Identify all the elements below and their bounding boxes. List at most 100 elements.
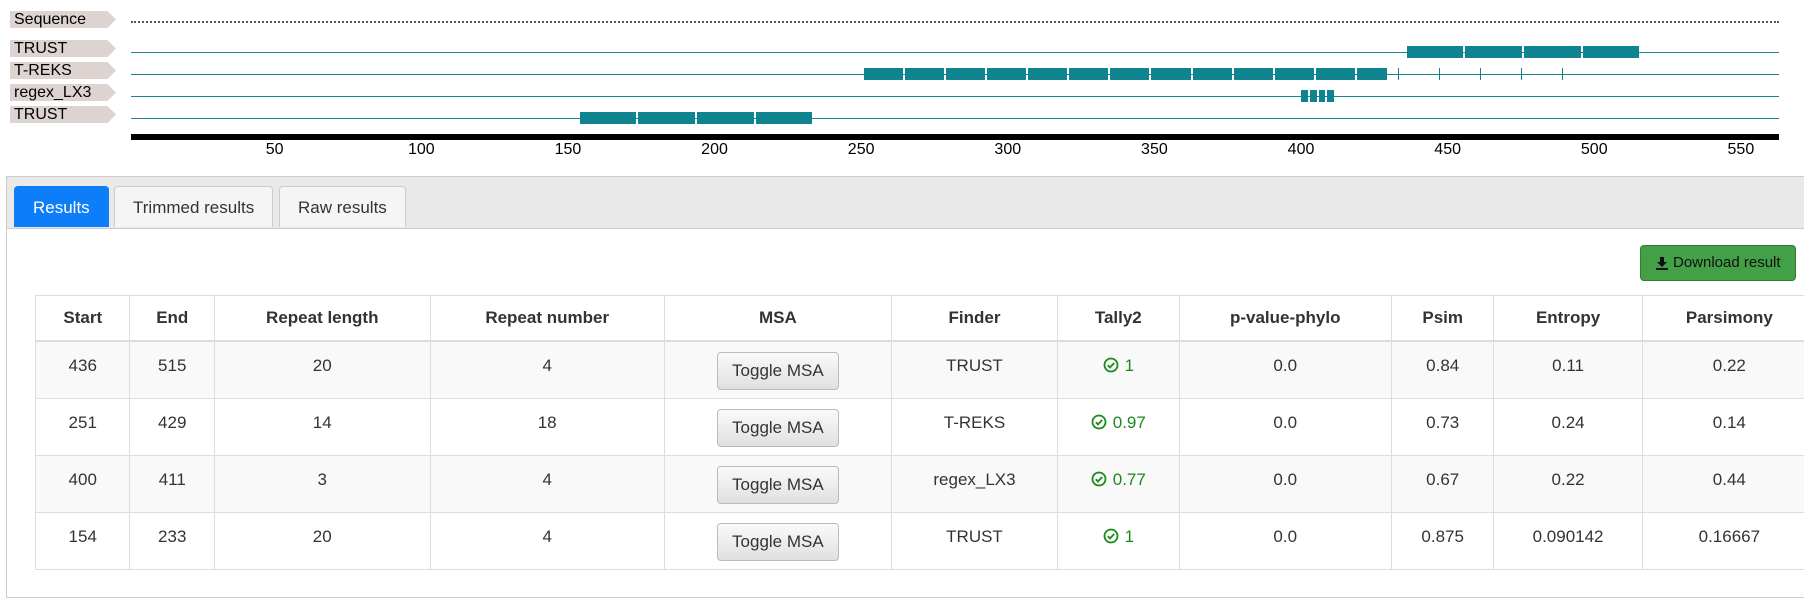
repeat-unit-block[interactable] [864,68,903,80]
cell-end: 515 [130,341,215,398]
repeat-unit-block[interactable] [1234,68,1273,80]
toggle-msa-button[interactable]: Toggle MSA [717,409,839,447]
cell-parsimony: 0.16667 [1642,512,1804,569]
cell-repeat-length: 3 [215,455,431,512]
tab-trimmed-results[interactable]: Trimmed results [114,186,273,227]
repeat-unit-block[interactable] [1028,68,1067,80]
toggle-msa-button[interactable]: Toggle MSA [717,523,839,561]
repeat-unit-block[interactable] [1193,68,1232,80]
download-result-button[interactable]: Download result [1640,245,1796,281]
repeat-unit-block[interactable] [1407,46,1464,58]
track-label-trust-1: TRUST [10,40,116,57]
repeat-unit-block[interactable] [987,68,1026,80]
column-header-repeat-number: Repeat number [430,296,664,342]
axis-tick-label: 100 [408,141,435,159]
column-header-start: Start [36,296,130,342]
cell-repeat-number: 18 [430,398,664,455]
cell-start: 400 [36,455,130,512]
tally2-value: 0.77 [1091,470,1146,489]
cell-repeat-length: 20 [215,341,431,398]
axis-tick-label: 450 [1434,141,1461,159]
cell-end: 233 [130,512,215,569]
repeat-unit-block[interactable] [697,112,754,124]
table-row: 436515204Toggle MSATRUST10.00.840.110.22 [36,341,1804,398]
repeat-unit-block[interactable] [1398,68,1399,80]
repeat-unit-block[interactable] [1327,90,1334,102]
axis-tick-label: 150 [555,141,582,159]
tally2-cell: 1 [1058,512,1179,569]
axis-tick-label: 200 [701,141,728,159]
repeat-unit-block[interactable] [580,112,637,124]
repeat-unit-block[interactable] [756,112,813,124]
feature-viewer: Sequence TRUST T-REKS regex_LX3 TRUST 50… [0,0,1804,180]
cell-finder: TRUST [891,512,1057,569]
results-table: Start End Repeat length Repeat number MS… [35,295,1804,570]
track-line-trust-2 [131,118,1779,119]
toggle-msa-button[interactable]: Toggle MSA [717,352,839,390]
track-label-regex: regex_LX3 [10,84,116,101]
column-header-finder: Finder [891,296,1057,342]
column-header-pvalue-phylo: p-value-phylo [1179,296,1391,342]
cell-pvalue: 0.0 [1179,398,1391,455]
tally2-value: 1 [1103,356,1134,375]
repeat-unit-block[interactable] [1069,68,1108,80]
repeat-unit-block[interactable] [1465,46,1522,58]
repeat-unit-block[interactable] [1275,68,1314,80]
cell-entropy: 0.22 [1494,455,1642,512]
check-circle-icon [1091,414,1107,430]
sequence-track-line [131,21,1779,23]
download-icon [1655,256,1669,270]
axis-tick-label: 400 [1288,141,1315,159]
tally2-value: 1 [1103,527,1134,546]
msa-cell: Toggle MSA [664,512,891,569]
repeat-unit-block[interactable] [905,68,944,80]
column-header-parsimony: Parsimony [1642,296,1804,342]
cell-entropy: 0.090142 [1494,512,1642,569]
table-header-row: Start End Repeat length Repeat number MS… [36,296,1804,342]
msa-cell: Toggle MSA [664,398,891,455]
results-table-body: 436515204Toggle MSATRUST10.00.840.110.22… [36,341,1804,569]
track-label-trust-2: TRUST [10,106,116,123]
repeat-unit-block[interactable] [1310,90,1317,102]
repeat-unit-block[interactable] [1301,90,1308,102]
repeat-unit-block[interactable] [1110,68,1149,80]
repeat-unit-block[interactable] [1521,68,1522,80]
cell-end: 411 [130,455,215,512]
cell-repeat-length: 14 [215,398,431,455]
tab-results[interactable]: Results [14,186,109,227]
tally2-number: 1 [1125,356,1134,375]
axis-tick-label: 550 [1728,141,1755,159]
table-row: 154233204Toggle MSATRUST10.00.8750.09014… [36,512,1804,569]
cell-start: 251 [36,398,130,455]
repeat-unit-block[interactable] [1583,46,1640,58]
cell-finder: regex_LX3 [891,455,1057,512]
cell-psim: 0.67 [1391,455,1493,512]
axis-tick-label: 500 [1581,141,1608,159]
repeat-unit-block[interactable] [1480,68,1481,80]
repeat-unit-block[interactable] [1439,68,1440,80]
tally2-cell: 0.97 [1058,398,1179,455]
toggle-msa-button[interactable]: Toggle MSA [717,466,839,504]
repeat-unit-block[interactable] [638,112,695,124]
repeat-unit-block[interactable] [1151,68,1190,80]
repeat-unit-block[interactable] [1562,68,1563,80]
repeat-unit-block[interactable] [1524,46,1581,58]
cell-parsimony: 0.14 [1642,398,1804,455]
column-header-psim: Psim [1391,296,1493,342]
repeat-unit-block[interactable] [1316,68,1355,80]
tab-raw-results[interactable]: Raw results [279,186,406,227]
tally2-number: 0.77 [1113,470,1146,489]
track-line-regex [131,96,1779,97]
tally2-number: 1 [1125,527,1134,546]
column-header-entropy: Entropy [1494,296,1642,342]
cell-finder: TRUST [891,341,1057,398]
axis-tick-label: 350 [1141,141,1168,159]
repeat-unit-block[interactable] [946,68,985,80]
repeat-unit-block[interactable] [1357,68,1387,80]
cell-finder: T-REKS [891,398,1057,455]
track-label-treks: T-REKS [10,62,116,79]
msa-cell: Toggle MSA [664,341,891,398]
tab-bar: Results Trimmed results Raw results [7,177,1804,229]
repeat-unit-block[interactable] [1319,90,1326,102]
msa-cell: Toggle MSA [664,455,891,512]
